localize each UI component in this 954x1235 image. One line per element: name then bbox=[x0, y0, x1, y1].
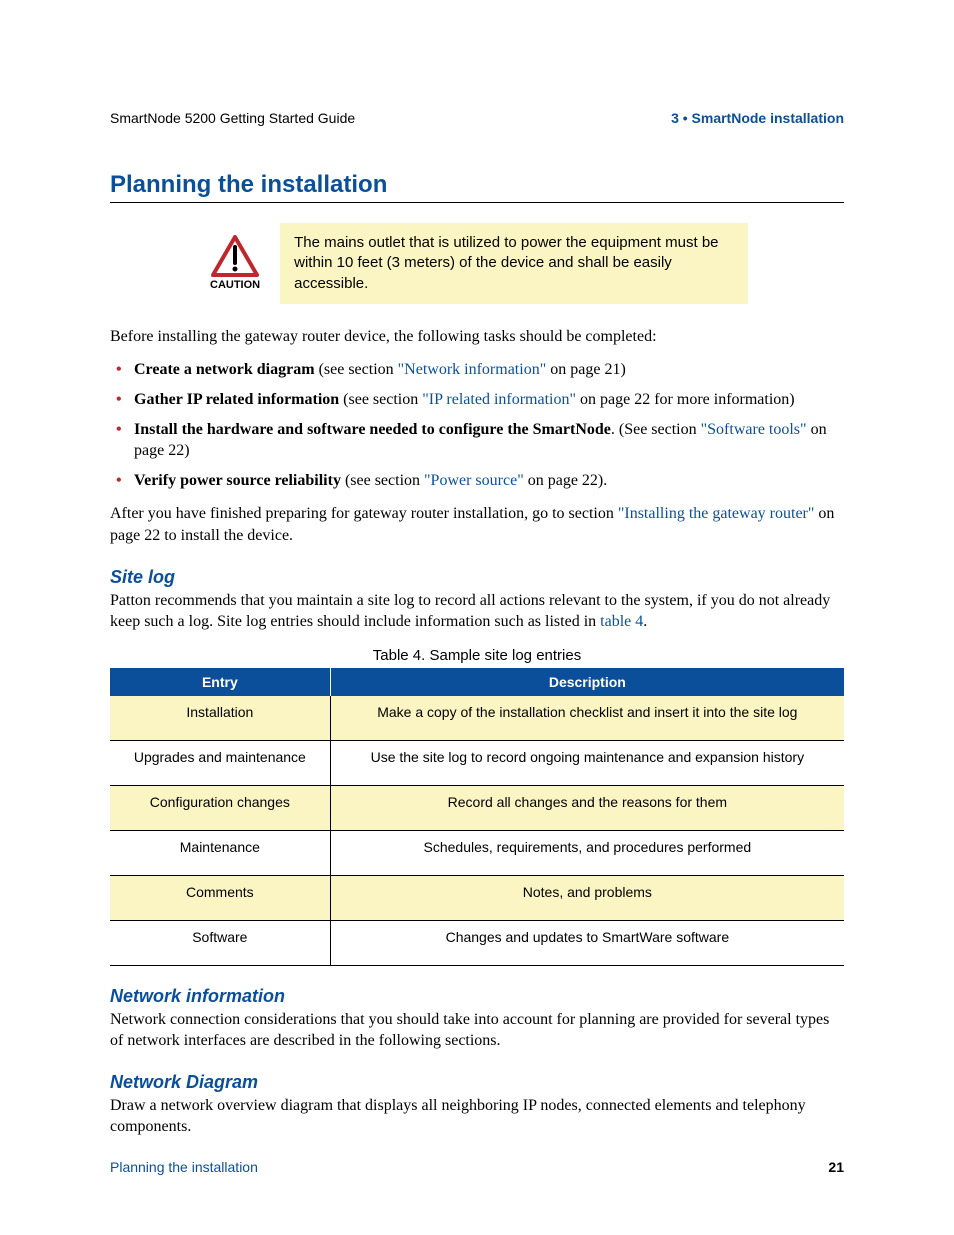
table-cell: Software bbox=[110, 920, 330, 965]
table-cell: Use the site log to record ongoing maint… bbox=[330, 740, 844, 785]
sitelog-heading: Site log bbox=[110, 567, 844, 588]
table-row: Maintenance Schedules, requirements, and… bbox=[110, 830, 844, 875]
intro-paragraph: Before installing the gateway router dev… bbox=[110, 326, 844, 348]
table-row: Comments Notes, and problems bbox=[110, 875, 844, 920]
task-bold: Install the hardware and software needed… bbox=[134, 421, 611, 438]
table-cell: Record all changes and the reasons for t… bbox=[330, 785, 844, 830]
table-cell: Changes and updates to SmartWare softwar… bbox=[330, 920, 844, 965]
table-header-description: Description bbox=[330, 668, 844, 696]
netdiag-heading: Network Diagram bbox=[110, 1072, 844, 1093]
list-item: Create a network diagram (see section "N… bbox=[110, 359, 844, 381]
paragraph-text: Patton recommends that you maintain a si… bbox=[110, 592, 830, 631]
task-link[interactable]: "IP related information" bbox=[422, 391, 576, 408]
task-link[interactable]: "Power source" bbox=[424, 472, 524, 489]
task-text: (see section bbox=[341, 472, 424, 489]
task-list: Create a network diagram (see section "N… bbox=[110, 359, 844, 491]
page-header: SmartNode 5200 Getting Started Guide 3 •… bbox=[110, 110, 844, 126]
caution-block: CAUTION The mains outlet that is utilize… bbox=[210, 223, 844, 304]
netinfo-paragraph: Network connection considerations that y… bbox=[110, 1009, 844, 1052]
list-item: Gather IP related information (see secti… bbox=[110, 389, 844, 411]
table-row: Software Changes and updates to SmartWar… bbox=[110, 920, 844, 965]
page-title: Planning the installation bbox=[110, 171, 844, 203]
table-cell: Notes, and problems bbox=[330, 875, 844, 920]
table-row: Upgrades and maintenance Use the site lo… bbox=[110, 740, 844, 785]
table-cell: Comments bbox=[110, 875, 330, 920]
table-cell: Configuration changes bbox=[110, 785, 330, 830]
table-caption: Table 4. Sample site log entries bbox=[110, 647, 844, 664]
table-header-row: Entry Description bbox=[110, 668, 844, 696]
task-text: on page 22 for more information) bbox=[576, 391, 795, 408]
table-cell: Installation bbox=[110, 696, 330, 741]
header-chapter-title: 3 • SmartNode installation bbox=[671, 110, 844, 126]
caution-text: The mains outlet that is utilized to pow… bbox=[280, 223, 748, 304]
task-text: . (See section bbox=[611, 421, 701, 438]
task-text: (see section bbox=[315, 361, 398, 378]
table-cell: Make a copy of the installation checklis… bbox=[330, 696, 844, 741]
task-link[interactable]: "Software tools" bbox=[701, 421, 807, 438]
after-tasks-paragraph: After you have finished preparing for ga… bbox=[110, 503, 844, 546]
paragraph-text: After you have finished preparing for ga… bbox=[110, 505, 618, 522]
sitelog-table: Entry Description Installation Make a co… bbox=[110, 668, 844, 966]
table-row: Configuration changes Record all changes… bbox=[110, 785, 844, 830]
task-bold: Verify power source reliability bbox=[134, 472, 341, 489]
paragraph-text: . bbox=[643, 613, 647, 630]
task-text: on page 21) bbox=[546, 361, 626, 378]
list-item: Verify power source reliability (see sec… bbox=[110, 470, 844, 492]
page-footer: Planning the installation 21 bbox=[110, 1159, 844, 1175]
footer-section-title: Planning the installation bbox=[110, 1159, 258, 1175]
table-row: Installation Make a copy of the installa… bbox=[110, 696, 844, 741]
sitelog-paragraph: Patton recommends that you maintain a si… bbox=[110, 590, 844, 633]
netinfo-heading: Network information bbox=[110, 986, 844, 1007]
table-cell: Schedules, requirements, and procedures … bbox=[330, 830, 844, 875]
task-text: on page 22). bbox=[524, 472, 608, 489]
caution-icon: CAUTION bbox=[210, 235, 260, 291]
header-guide-title: SmartNode 5200 Getting Started Guide bbox=[110, 110, 355, 126]
task-text: (see section bbox=[339, 391, 422, 408]
install-router-link[interactable]: "Installing the gateway router" bbox=[618, 505, 815, 522]
list-item: Install the hardware and software needed… bbox=[110, 419, 844, 462]
table-cell: Upgrades and maintenance bbox=[110, 740, 330, 785]
task-link[interactable]: "Network information" bbox=[398, 361, 547, 378]
netdiag-paragraph: Draw a network overview diagram that dis… bbox=[110, 1095, 844, 1138]
table-cell: Maintenance bbox=[110, 830, 330, 875]
caution-label: CAUTION bbox=[210, 279, 260, 291]
task-bold: Gather IP related information bbox=[134, 391, 339, 408]
table4-link[interactable]: table 4 bbox=[600, 613, 643, 630]
task-bold: Create a network diagram bbox=[134, 361, 315, 378]
table-header-entry: Entry bbox=[110, 668, 330, 696]
page-number: 21 bbox=[828, 1159, 844, 1175]
